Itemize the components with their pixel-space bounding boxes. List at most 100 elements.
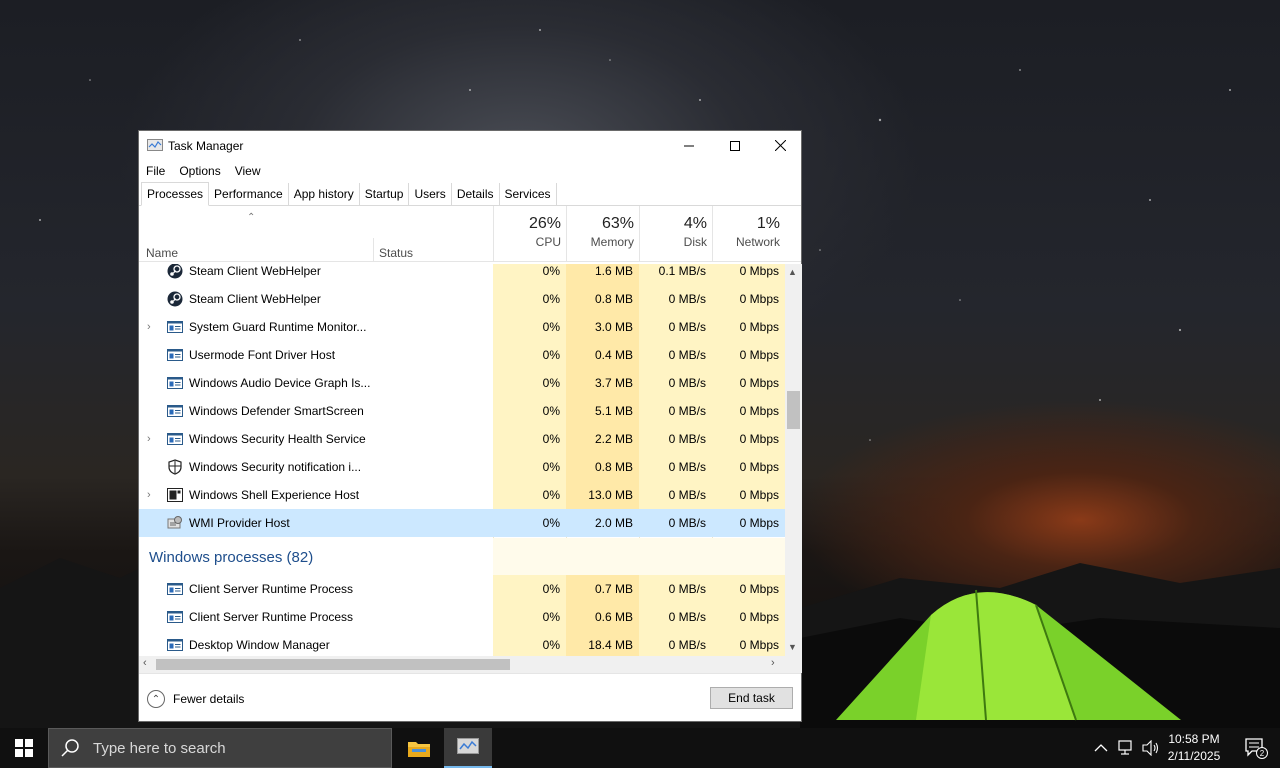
process-row[interactable]: Windows Audio Device Graph Is... 0% 3.7 MB… [139,369,785,397]
cpu-value: 0% [493,264,566,285]
tab-processes[interactable]: Processes [141,182,210,206]
expand-chevron-icon[interactable]: › [147,321,151,333]
volume-tray-button[interactable] [1142,728,1160,768]
tab-details[interactable]: Details [452,183,500,206]
process-row[interactable]: Windows Defender SmartScreen 0% 5.1 MB 0 MB… [139,397,785,425]
scroll-left-icon[interactable]: ‹ [143,657,147,669]
horizontal-scroll-thumb[interactable] [156,659,510,670]
menu-options[interactable]: Options [179,164,220,178]
column-network[interactable]: 1% Network [712,206,785,262]
process-name: Steam Client WebHelper [189,264,321,278]
network-icon [1118,740,1132,755]
search-placeholder: Type here to search [93,739,226,757]
footer: ⌃ Fewer details End task [139,673,801,721]
memory-value: 0.8 MB [566,453,639,481]
process-name: Windows Shell Experience Host [189,488,360,502]
network-value: 0 Mbps [712,397,785,425]
sort-arrow-icon: ⌃ [247,212,256,223]
fewer-details-button[interactable]: ⌃ Fewer details [147,690,244,708]
shell-icon [167,487,183,503]
vertical-scrollbar[interactable]: ▲ ▼ [785,264,802,656]
process-icon [167,403,183,419]
taskbar-search-box[interactable]: Type here to search [48,728,392,768]
steam-icon [167,264,183,279]
end-task-button[interactable]: End task [710,687,793,709]
process-row[interactable]: › System Guard Runtime Monitor... 0% 3.0 MB… [139,313,785,341]
network-tray-button[interactable] [1118,728,1136,768]
process-row[interactable]: Steam Client WebHelper 0% 0.8 MB 0 MB/s 0 Mb… [139,285,785,313]
action-center-button[interactable]: 2 [1236,728,1276,768]
scroll-down-icon[interactable]: ▼ [788,642,797,652]
process-group-header[interactable]: Windows processes (82) [139,538,785,576]
title-bar[interactable]: Task Manager [139,131,801,160]
cpu-value: 0% [493,453,566,481]
network-value: 0 Mbps [712,285,785,313]
memory-value: 0.8 MB [566,285,639,313]
column-disk[interactable]: 4% Disk [639,206,712,262]
cpu-value: 0% [493,313,566,341]
memory-value: 0.6 MB [566,603,639,631]
tab-performance[interactable]: Performance [209,183,289,206]
start-button[interactable] [0,728,48,768]
memory-value: 2.2 MB [566,425,639,453]
process-row[interactable]: Client Server Runtime Process 0% 0.6 MB 0 M… [139,603,785,631]
process-row[interactable]: › Windows Shell Experience Host 0% 13.0 MB 0… [139,481,785,509]
column-divider [373,238,374,262]
process-icon [167,431,183,447]
task-manager-taskbar-icon [457,738,479,754]
process-row[interactable]: Windows Security notification i... 0% 0.8 … [139,453,785,481]
process-name: Client Server Runtime Process [189,582,354,596]
taskbar-clock[interactable]: 10:58 PM 2/11/2025 [1162,731,1226,765]
scroll-up-icon[interactable]: ▲ [788,267,797,277]
file-explorer-button[interactable] [395,728,443,768]
close-button[interactable] [757,131,803,160]
scroll-corner [785,656,802,673]
memory-percent: 63% [601,215,634,232]
column-cpu[interactable]: 26% CPU [493,206,566,262]
task-manager-window: Task Manager File Options View Processes… [138,130,802,722]
chevron-up-icon: ⌃ [147,690,165,708]
task-manager-taskbar-button[interactable] [444,728,492,768]
network-value: 0 Mbps [712,509,785,537]
task-manager-icon [147,139,163,151]
process-name: System Guard Runtime Monitor... [189,320,367,334]
show-hidden-icons-button[interactable] [1094,728,1108,768]
column-memory[interactable]: 63% Memory [566,206,639,262]
expand-chevron-icon[interactable]: › [147,489,151,501]
tab-startup[interactable]: Startup [360,183,410,206]
disk-value: 0 MB/s [639,285,712,313]
process-row[interactable]: Usermode Font Driver Host 0% 0.4 MB 0 MB/s 0… [139,341,785,369]
column-name[interactable]: Name [146,246,178,260]
fewer-details-label: Fewer details [173,692,245,706]
memory-value: 0.4 MB [566,341,639,369]
horizontal-scrollbar[interactable]: ‹ › [139,656,785,673]
scroll-right-icon[interactable]: › [771,657,775,669]
expand-chevron-icon[interactable]: › [147,433,151,445]
menu-view[interactable]: View [235,164,261,178]
column-status[interactable]: Status [379,246,413,260]
process-row[interactable]: Client Server Runtime Process 0% 0.7 MB 0 M… [139,575,785,603]
minimize-button[interactable] [666,131,712,160]
notification-count: 2 [1260,749,1265,758]
column-header: ⌃ Name Status 26% CPU 63% Memory 4% Disk… [139,206,801,262]
network-value: 0 Mbps [712,313,785,341]
process-row[interactable]: Steam Client WebHelper 0% 1.6 MB 0.1 MB/s 0 … [139,264,785,285]
tab-app-history[interactable]: App history [289,183,360,206]
tab-users[interactable]: Users [409,183,452,206]
memory-value: 18.4 MB [566,631,639,656]
network-value: 0 Mbps [712,481,785,509]
maximize-button[interactable] [712,131,758,160]
cpu-value: 0% [493,397,566,425]
disk-value: 0 MB/s [639,313,712,341]
process-row[interactable]: › Windows Security Health Service 0% 2.2 MB… [139,425,785,453]
vertical-scroll-thumb[interactable] [787,391,800,429]
process-row[interactable]: Desktop Window Manager 0% 18.4 MB 0 MB/s 0 M… [139,631,785,656]
disk-value: 0 MB/s [639,509,712,537]
shield-icon [167,459,183,475]
cpu-value: 0% [493,631,566,656]
menu-file[interactable]: File [146,164,165,178]
process-name: WMI Provider Host [189,516,290,530]
process-row[interactable]: WMI Provider Host 0% 2.0 MB 0 MB/s 0 Mbps [139,509,785,537]
process-name: Usermode Font Driver Host [189,348,336,362]
tab-services[interactable]: Services [500,183,557,206]
